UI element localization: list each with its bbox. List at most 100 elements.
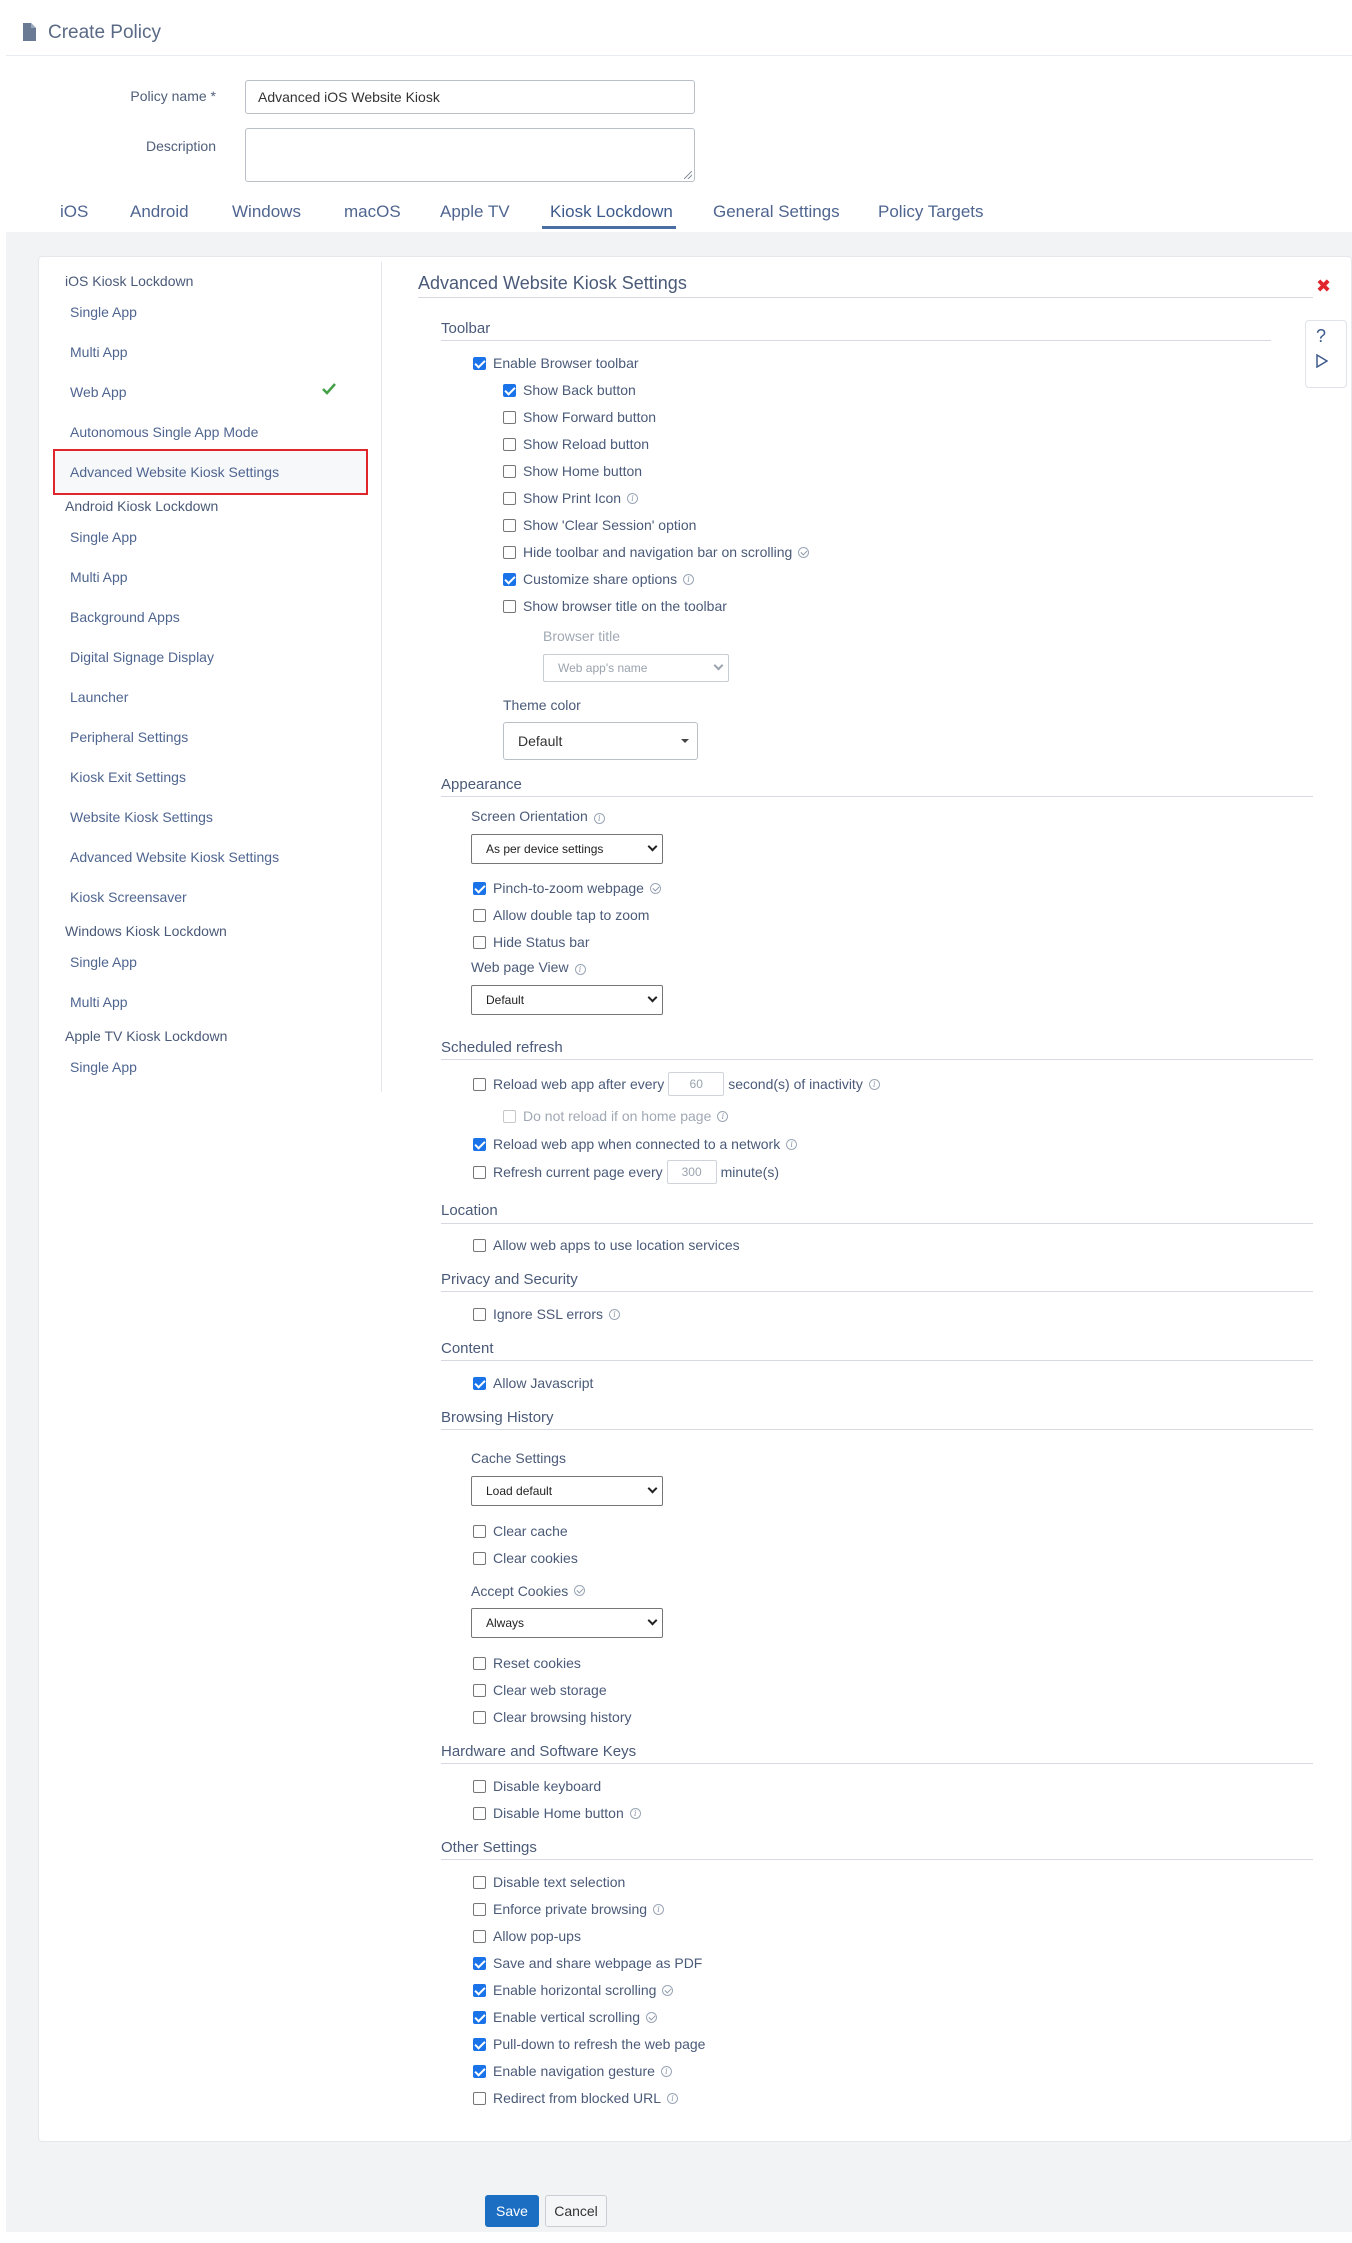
info-icon[interactable]: i <box>660 2065 672 2077</box>
sidebar-item-android-screensaver[interactable]: Kiosk Screensaver <box>70 889 187 905</box>
show-print-icon-checkbox[interactable]: Show Print Icon i <box>503 490 639 506</box>
info-icon[interactable]: i <box>653 1903 665 1915</box>
chevron-down-icon <box>647 841 658 852</box>
verified-icon[interactable] <box>662 1984 674 1996</box>
cancel-button[interactable]: Cancel <box>545 2195 607 2227</box>
location-services-checkbox[interactable]: Allow web apps to use location services <box>473 1237 740 1253</box>
disable-text-selection-checkbox[interactable]: Disable text selection <box>473 1874 625 1890</box>
tab-macos[interactable]: macOS <box>344 202 401 222</box>
hide-toolbar-on-scroll-checkbox[interactable]: Hide toolbar and navigation bar on scrol… <box>503 544 810 560</box>
horizontal-scrolling-checkbox[interactable]: Enable horizontal scrolling <box>473 1982 674 1998</box>
enable-browser-toolbar-checkbox[interactable]: Enable Browser toolbar <box>473 355 639 371</box>
description-label: Description <box>145 138 216 154</box>
sidebar-item-android-kiosk-exit[interactable]: Kiosk Exit Settings <box>70 769 186 785</box>
pull-to-refresh-checkbox[interactable]: Pull-down to refresh the web page <box>473 2036 705 2052</box>
sidebar-item-windows-multi-app[interactable]: Multi App <box>70 994 128 1010</box>
vertical-scrolling-checkbox[interactable]: Enable vertical scrolling <box>473 2009 658 2025</box>
navigation-gesture-checkbox[interactable]: Enable navigation gesture i <box>473 2063 672 2079</box>
info-icon[interactable]: i <box>683 573 695 585</box>
inactivity-seconds-input[interactable]: 60 <box>668 1072 725 1096</box>
show-home-button-checkbox[interactable]: Show Home button <box>503 463 642 479</box>
ignore-ssl-checkbox[interactable]: Ignore SSL errors i <box>473 1306 620 1322</box>
reload-on-network-checkbox[interactable]: Reload web app when connected to a netwo… <box>473 1136 798 1152</box>
verified-icon[interactable] <box>649 882 661 894</box>
cache-settings-select[interactable]: Load default <box>471 1476 663 1506</box>
verified-icon[interactable] <box>574 1585 586 1596</box>
no-reload-home-checkbox: Do not reload if on home page i <box>503 1108 729 1124</box>
policy-name-input[interactable]: Advanced iOS Website Kiosk <box>245 80 695 114</box>
verified-icon[interactable] <box>798 546 810 558</box>
sidebar-item-ios-advanced-website-kiosk[interactable]: Advanced Website Kiosk Settings <box>70 464 279 480</box>
show-back-button-checkbox[interactable]: Show Back button <box>503 382 636 398</box>
sidebar-item-android-background-apps[interactable]: Background Apps <box>70 609 180 625</box>
reload-after-inactivity-checkbox[interactable]: Reload web app after every 60 second(s) of… <box>473 1072 880 1096</box>
hide-status-bar-checkbox[interactable]: Hide Status bar <box>473 934 590 950</box>
refresh-page-checkbox[interactable]: Refresh current page every 300 minute(s) <box>473 1160 779 1184</box>
resize-grip[interactable] <box>684 171 692 179</box>
redirect-blocked-url-checkbox[interactable]: Redirect from blocked URL i <box>473 2090 679 2106</box>
info-icon[interactable]: i <box>629 1807 641 1819</box>
tab-ios[interactable]: iOS <box>60 202 88 222</box>
help-icon[interactable]: ? <box>1316 326 1326 347</box>
show-reload-button-checkbox[interactable]: Show Reload button <box>503 436 649 452</box>
refresh-minutes-input[interactable]: 300 <box>666 1160 717 1184</box>
play-icon[interactable] <box>1316 354 1328 368</box>
policy-name-label: Policy name * <box>130 88 216 104</box>
info-icon[interactable]: i <box>608 1308 620 1320</box>
show-forward-button-checkbox[interactable]: Show Forward button <box>503 409 656 425</box>
webpage-view-select[interactable]: Default <box>471 985 663 1015</box>
clear-web-storage-checkbox[interactable]: Clear web storage <box>473 1682 607 1698</box>
tab-windows[interactable]: Windows <box>232 202 301 222</box>
screen-orientation-select[interactable]: As per device settings <box>471 834 663 864</box>
clear-cache-checkbox[interactable]: Clear cache <box>473 1523 568 1539</box>
sidebar-item-ios-autonomous[interactable]: Autonomous Single App Mode <box>70 424 258 440</box>
allow-popups-checkbox[interactable]: Allow pop-ups <box>473 1928 581 1944</box>
sidebar-item-android-digital-signage[interactable]: Digital Signage Display <box>70 649 214 665</box>
sidebar-item-ios-single-app[interactable]: Single App <box>70 304 137 320</box>
allow-javascript-checkbox[interactable]: Allow Javascript <box>473 1375 593 1391</box>
active-tab-indicator <box>542 226 676 229</box>
tab-android[interactable]: Android <box>130 202 189 222</box>
double-tap-zoom-checkbox[interactable]: Allow double tap to zoom <box>473 907 649 923</box>
pinch-to-zoom-checkbox[interactable]: Pinch-to-zoom webpage <box>473 880 661 896</box>
customize-share-options-checkbox[interactable]: Customize share options i <box>503 571 695 587</box>
disable-keyboard-checkbox[interactable]: Disable keyboard <box>473 1778 601 1794</box>
sidebar-item-android-website-kiosk[interactable]: Website Kiosk Settings <box>70 809 213 825</box>
sidebar-item-windows-single-app[interactable]: Single App <box>70 954 137 970</box>
sidebar-item-android-single-app[interactable]: Single App <box>70 529 137 545</box>
close-icon[interactable]: ✖ <box>1316 276 1331 297</box>
clear-browsing-history-checkbox[interactable]: Clear browsing history <box>473 1709 632 1725</box>
info-icon[interactable]: i <box>574 964 586 975</box>
sidebar-item-android-advanced-website-kiosk[interactable]: Advanced Website Kiosk Settings <box>70 849 279 865</box>
tab-kiosk-lockdown[interactable]: Kiosk Lockdown <box>550 202 673 222</box>
clear-cookies-checkbox[interactable]: Clear cookies <box>473 1550 578 1566</box>
show-browser-title-checkbox[interactable]: Show browser title on the toolbar <box>503 598 727 614</box>
tab-general-settings[interactable]: General Settings <box>713 202 840 222</box>
sidebar-item-appletv-single-app[interactable]: Single App <box>70 1059 137 1075</box>
save-button[interactable]: Save <box>485 2195 539 2227</box>
sidebar-item-android-launcher[interactable]: Launcher <box>70 689 128 705</box>
description-textarea[interactable] <box>245 128 695 182</box>
info-icon[interactable]: i <box>786 1138 798 1150</box>
sidebar-item-ios-web-app[interactable]: Web App <box>70 384 127 400</box>
accept-cookies-select[interactable]: Always <box>471 1608 663 1638</box>
verified-icon[interactable] <box>646 2011 658 2023</box>
tab-policy-targets[interactable]: Policy Targets <box>878 202 984 222</box>
reset-cookies-checkbox[interactable]: Reset cookies <box>473 1655 581 1671</box>
info-icon[interactable]: i <box>593 813 605 824</box>
tab-appletv[interactable]: Apple TV <box>440 202 510 222</box>
info-icon[interactable]: i <box>627 492 639 504</box>
browser-title-select[interactable]: Web app's name <box>543 654 729 682</box>
sidebar-item-android-peripheral[interactable]: Peripheral Settings <box>70 729 188 745</box>
show-clear-session-checkbox[interactable]: Show 'Clear Session' option <box>503 517 696 533</box>
theme-color-select[interactable]: Default <box>503 722 698 760</box>
sidebar-item-ios-multi-app[interactable]: Multi App <box>70 344 128 360</box>
disable-home-button-checkbox[interactable]: Disable Home button i <box>473 1805 641 1821</box>
save-share-pdf-checkbox[interactable]: Save and share webpage as PDF <box>473 1955 702 1971</box>
other-settings-heading: Other Settings <box>441 1839 537 1856</box>
enforce-private-browsing-checkbox[interactable]: Enforce private browsing i <box>473 1901 665 1917</box>
info-icon[interactable]: i <box>868 1078 880 1090</box>
sidebar-item-android-multi-app[interactable]: Multi App <box>70 569 128 585</box>
info-icon[interactable]: i <box>667 2092 679 2104</box>
info-icon[interactable]: i <box>717 1110 729 1122</box>
